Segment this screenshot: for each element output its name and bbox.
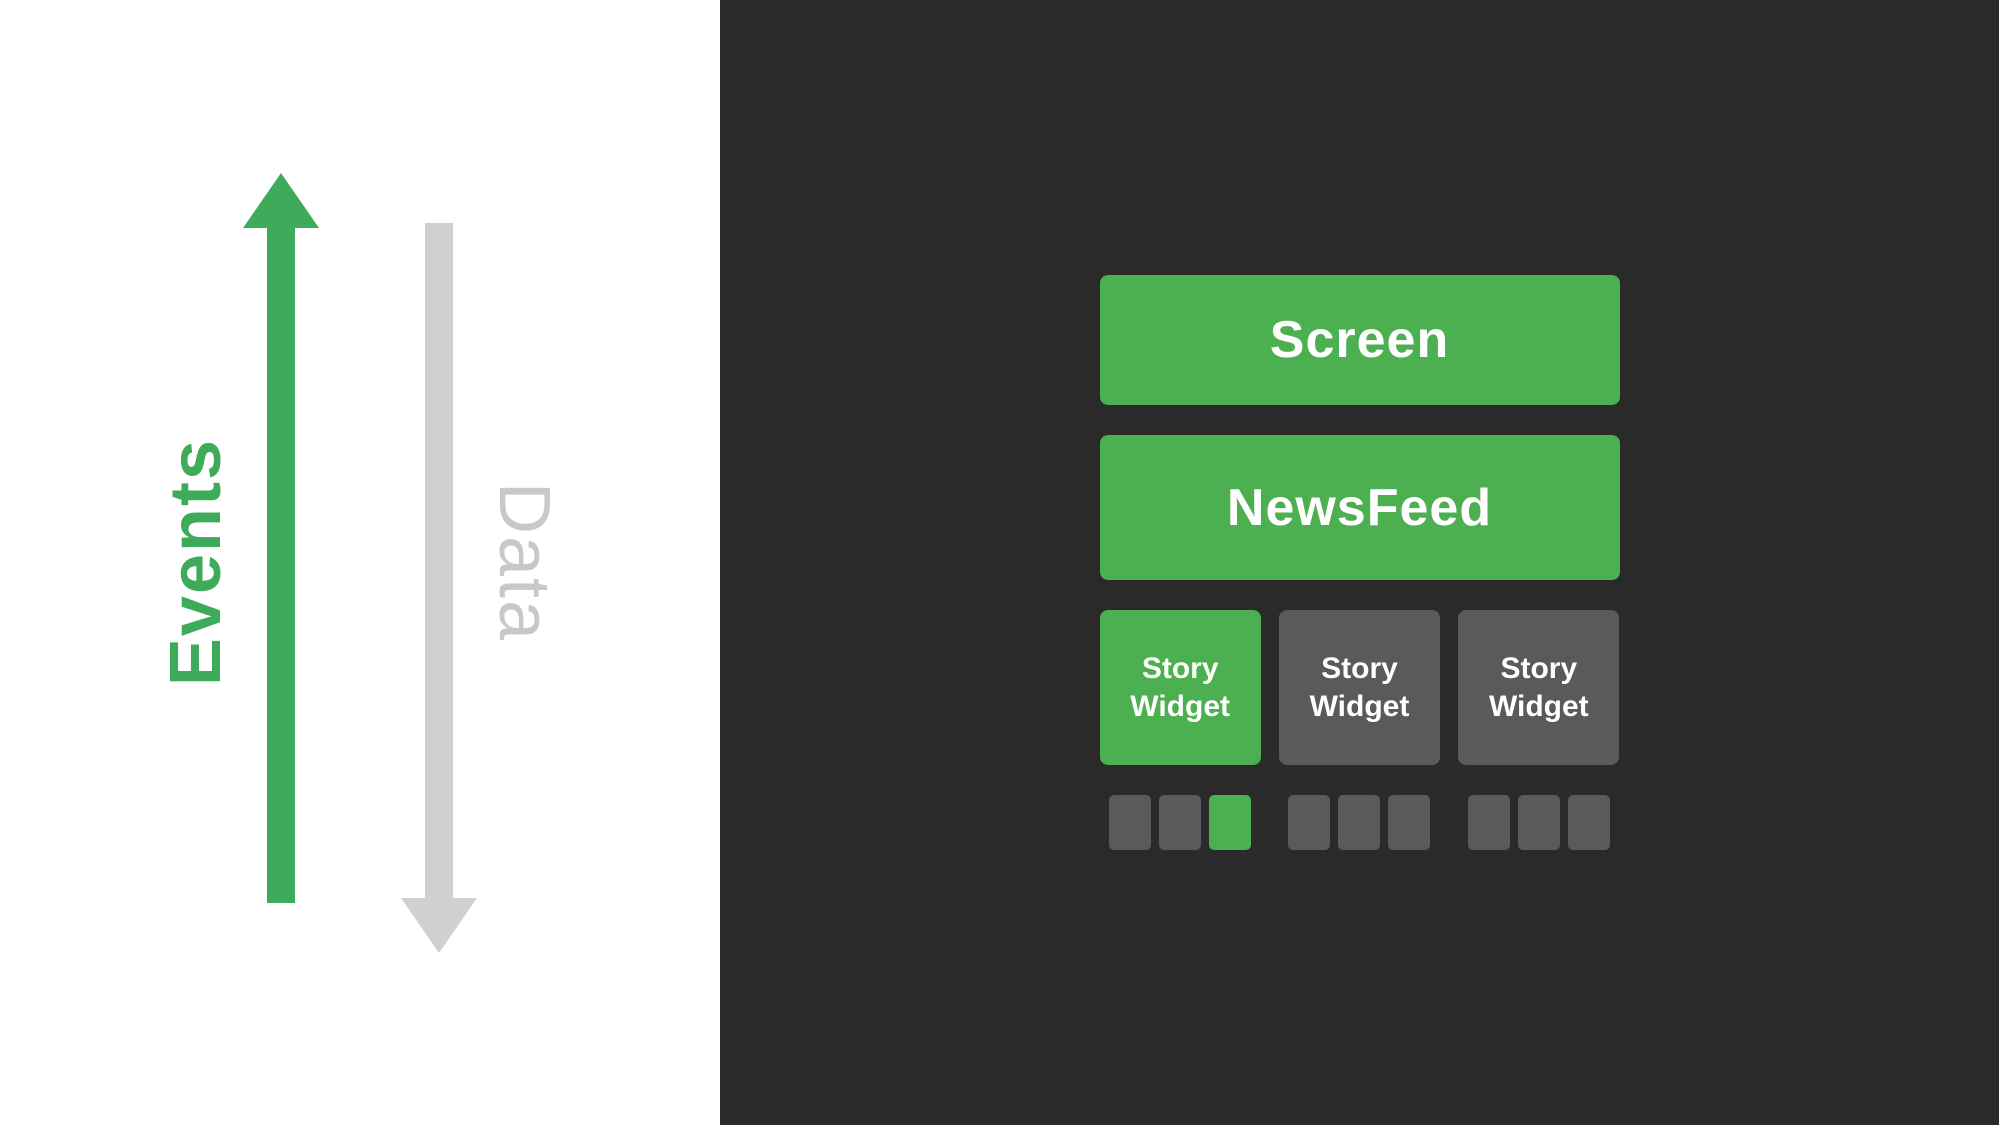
small-block-1-1 bbox=[1109, 795, 1151, 850]
data-arrow-shaft bbox=[425, 223, 453, 903]
small-block-2-2 bbox=[1338, 795, 1380, 850]
small-block-group-3 bbox=[1458, 795, 1619, 850]
story-widget-3-label: StoryWidget bbox=[1489, 650, 1589, 725]
small-block-1-2 bbox=[1159, 795, 1201, 850]
small-block-3-3 bbox=[1568, 795, 1610, 850]
events-arrow-group: Events bbox=[155, 213, 295, 913]
story-widget-1-label: StoryWidget bbox=[1130, 650, 1230, 725]
story-widget-1: StoryWidget bbox=[1100, 610, 1261, 765]
left-panel: Events Data bbox=[0, 0, 720, 1125]
arrows-container: Events Data bbox=[155, 213, 565, 913]
small-blocks-row bbox=[1100, 795, 1620, 850]
small-block-3-1 bbox=[1468, 795, 1510, 850]
small-block-2-1 bbox=[1288, 795, 1330, 850]
data-arrow-head bbox=[401, 898, 477, 953]
newsfeed-block: NewsFeed bbox=[1100, 435, 1620, 580]
story-widget-2: StoryWidget bbox=[1279, 610, 1440, 765]
newsfeed-label: NewsFeed bbox=[1227, 478, 1492, 538]
small-block-group-2 bbox=[1279, 795, 1440, 850]
screen-block: Screen bbox=[1100, 275, 1620, 405]
data-arrow-group: Data bbox=[425, 213, 565, 913]
data-label: Data bbox=[483, 482, 565, 642]
small-block-group-1 bbox=[1100, 795, 1261, 850]
small-block-3-2 bbox=[1518, 795, 1560, 850]
story-widget-2-label: StoryWidget bbox=[1310, 650, 1410, 725]
events-arrow-head bbox=[243, 173, 319, 228]
events-arrow-shaft bbox=[267, 223, 295, 903]
story-widget-3: StoryWidget bbox=[1458, 610, 1619, 765]
right-panel: Screen NewsFeed StoryWidget StoryWidget … bbox=[720, 0, 1999, 1125]
screen-label: Screen bbox=[1270, 310, 1449, 370]
small-block-1-3 bbox=[1209, 795, 1251, 850]
events-label: Events bbox=[155, 438, 237, 686]
story-widgets-row: StoryWidget StoryWidget StoryWidget bbox=[1100, 610, 1620, 765]
small-block-2-3 bbox=[1388, 795, 1430, 850]
